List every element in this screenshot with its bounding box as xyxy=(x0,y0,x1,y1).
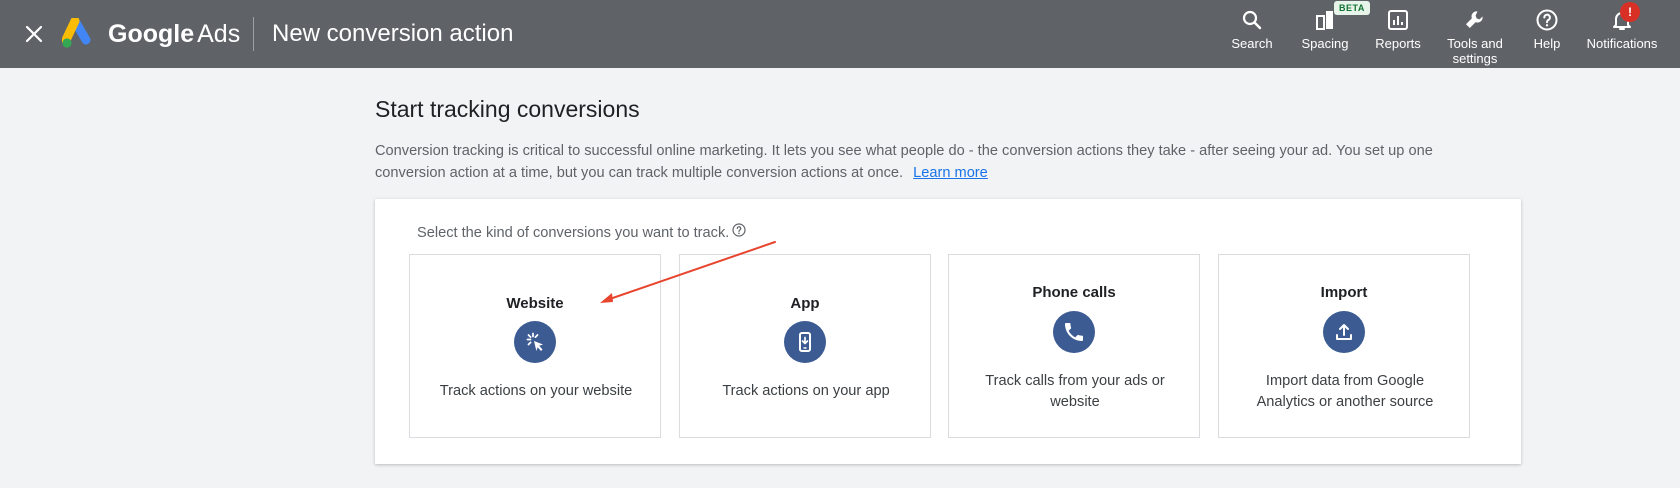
option-title: Phone calls xyxy=(1032,284,1116,301)
brand-ads: Ads xyxy=(197,20,241,48)
nav-search-label: Search xyxy=(1231,36,1273,51)
option-title: Import xyxy=(1320,284,1368,301)
nav-spacing-label: Spacing xyxy=(1301,36,1349,51)
conversion-kind-prompt: Select the kind of conversions you want … xyxy=(417,223,746,241)
google-ads-logo-icon xyxy=(61,16,98,50)
phone-icon xyxy=(1053,311,1095,353)
help-circle-icon[interactable] xyxy=(732,223,746,237)
option-description: Track calls from your ads or website xyxy=(985,373,1165,410)
upload-icon xyxy=(1323,311,1365,353)
nav-notifications-label: Notifications xyxy=(1586,36,1658,51)
nav-help-label: Help xyxy=(1533,36,1561,51)
top-app-bar: Google Ads New conversion action Search S… xyxy=(0,0,1680,68)
notification-alert-badge: ! xyxy=(1620,2,1640,22)
page-title: New conversion action xyxy=(272,20,514,47)
close-icon[interactable] xyxy=(20,20,48,48)
option-title: Website xyxy=(506,295,564,312)
section-title: Start tracking conversions xyxy=(375,96,640,122)
option-description: Import data from Google Analytics or ano… xyxy=(1256,373,1434,410)
option-description: Track actions on your website xyxy=(439,383,633,399)
header-divider xyxy=(253,17,254,51)
option-import[interactable]: Import Import data from Google Analytics… xyxy=(1218,254,1470,438)
nav-reports-label: Reports xyxy=(1375,36,1421,51)
reports-icon xyxy=(1388,10,1408,30)
nav-tools-label-2: settings xyxy=(1452,51,1498,66)
intro-text: Conversion tracking is critical to succe… xyxy=(375,140,1505,184)
wrench-icon xyxy=(1466,11,1483,28)
option-app[interactable]: App Track actions on your app xyxy=(679,254,931,438)
option-website[interactable]: Website Track actions on your website xyxy=(409,254,661,438)
product-logo-text: Google Ads xyxy=(108,20,240,49)
phone-download-icon xyxy=(784,321,826,363)
option-title: App xyxy=(790,295,820,312)
search-icon xyxy=(1242,10,1262,30)
nav-tools-label-1: Tools and xyxy=(1447,36,1503,51)
help-icon xyxy=(1536,9,1558,31)
cursor-click-icon xyxy=(514,321,556,363)
nav-search-button[interactable]: Search xyxy=(1222,8,1282,51)
nav-help-button[interactable]: Help xyxy=(1517,8,1577,51)
nav-tools-button[interactable]: Tools and settings xyxy=(1438,8,1512,66)
prompt-text: Select the kind of conversions you want … xyxy=(417,225,730,241)
nav-reports-button[interactable]: Reports xyxy=(1365,8,1431,51)
brand-google: Google xyxy=(108,20,195,48)
learn-more-link[interactable]: Learn more xyxy=(913,165,988,181)
intro-body: Conversion tracking is critical to succe… xyxy=(375,143,1433,181)
option-phone-calls[interactable]: Phone calls Track calls from your ads or… xyxy=(948,254,1200,438)
option-description: Track actions on your app xyxy=(722,383,890,399)
